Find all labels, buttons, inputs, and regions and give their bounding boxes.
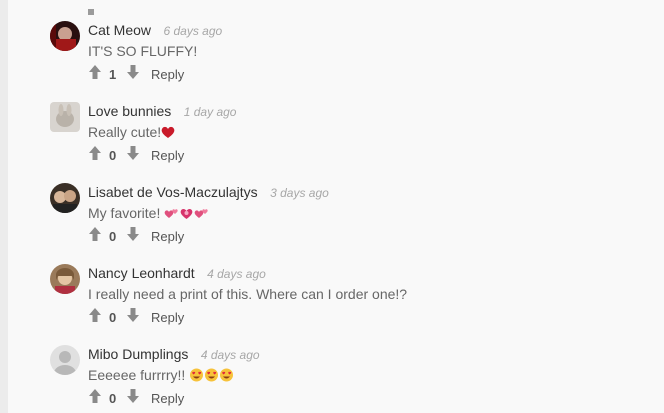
comments-panel: Cat Meow 6 days ago IT'S SO FLUFFY! 1 Re…: [8, 0, 664, 413]
heart-with-ribbon-emoji: [179, 207, 194, 223]
comment-item: Cat Meow 6 days ago IT'S SO FLUFFY! 1 Re…: [8, 18, 664, 99]
heart-eyes-smiley-emoji: [219, 368, 234, 385]
comment-item: Mibo Dumplings 4 days ago Eeeeee furrrry…: [8, 342, 664, 413]
arrow-down-icon: [127, 227, 139, 241]
comment-text: IT'S SO FLUFFY!: [88, 43, 197, 59]
comment-text-body: Really cute!: [88, 124, 162, 140]
comment-timestamp[interactable]: 1 day ago: [184, 105, 237, 119]
upvote-button[interactable]: [88, 388, 102, 404]
comment-item: Love bunnies 1 day ago Really cute! 0 Re…: [8, 99, 664, 180]
comment-item: Nancy Leonhardt 4 days ago I really need…: [8, 261, 664, 342]
vote-count: 0: [109, 391, 117, 406]
comment-item: Lisabet de Vos-Maczulajtys 3 days ago My…: [8, 180, 664, 261]
comment-author[interactable]: Lisabet de Vos-Maczulajtys: [88, 184, 258, 200]
upvote-button[interactable]: [88, 307, 102, 323]
comment-text: I really need a print of this. Where can…: [88, 286, 407, 302]
avatar[interactable]: [50, 183, 80, 213]
downvote-button[interactable]: [126, 388, 140, 404]
arrow-up-icon: [89, 65, 101, 79]
upvote-button[interactable]: [88, 145, 102, 161]
arrow-up-icon: [89, 389, 101, 403]
red-heart-emoji: [161, 126, 175, 142]
downvote-button[interactable]: [126, 145, 140, 161]
vote-count: 0: [109, 148, 117, 163]
upvote-button[interactable]: [88, 64, 102, 80]
vote-count: 1: [109, 67, 117, 82]
arrow-up-icon: [89, 308, 101, 322]
comment-author[interactable]: Love bunnies: [88, 103, 171, 119]
downvote-button[interactable]: [126, 64, 140, 80]
downvote-button[interactable]: [126, 307, 140, 323]
arrow-down-icon: [127, 389, 139, 403]
avatar[interactable]: [50, 345, 80, 375]
comment-text-body: I really need a print of this. Where can…: [88, 286, 408, 302]
comment-text-body: My favorite!: [88, 205, 165, 221]
comment-timestamp[interactable]: 3 days ago: [270, 186, 329, 200]
two-hearts-emoji: [164, 207, 179, 223]
arrow-up-icon: [89, 227, 101, 241]
comment-text-body: Eeeeee furrrry!!: [88, 367, 190, 383]
arrow-down-icon: [127, 146, 139, 160]
comment-text: My favorite!: [88, 205, 209, 223]
comment-text-body: IT'S SO FLUFFY!: [88, 43, 198, 59]
avatar[interactable]: [50, 264, 80, 294]
comment-timestamp[interactable]: 4 days ago: [201, 348, 260, 362]
vote-count: 0: [109, 310, 117, 325]
comment-text: Really cute!: [88, 124, 175, 142]
reply-button[interactable]: Reply: [151, 148, 184, 163]
avatar[interactable]: [50, 102, 80, 132]
arrow-up-icon: [89, 146, 101, 160]
reply-button[interactable]: Reply: [151, 229, 184, 244]
reply-button[interactable]: Reply: [151, 67, 184, 82]
comment-timestamp[interactable]: 4 days ago: [207, 267, 266, 281]
vote-count: 0: [109, 229, 117, 244]
upvote-button[interactable]: [88, 226, 102, 242]
downvote-button[interactable]: [126, 226, 140, 242]
previous-comment-cutoff: [88, 0, 208, 15]
comment-author[interactable]: Mibo Dumplings: [88, 346, 188, 362]
avatar[interactable]: [50, 21, 80, 51]
heart-eyes-smiley-emoji: [204, 368, 219, 385]
two-hearts-emoji: [194, 207, 209, 223]
comment-timestamp[interactable]: 6 days ago: [163, 24, 222, 38]
comment-author[interactable]: Nancy Leonhardt: [88, 265, 195, 281]
arrow-down-icon: [127, 308, 139, 322]
reply-button[interactable]: Reply: [151, 310, 184, 325]
heart-eyes-smiley-emoji: [189, 368, 204, 385]
comment-author[interactable]: Cat Meow: [88, 22, 151, 38]
left-border: [0, 0, 8, 413]
arrow-down-icon: [127, 65, 139, 79]
reply-button[interactable]: Reply: [151, 391, 184, 406]
comment-text: Eeeeee furrrry!!: [88, 367, 234, 385]
